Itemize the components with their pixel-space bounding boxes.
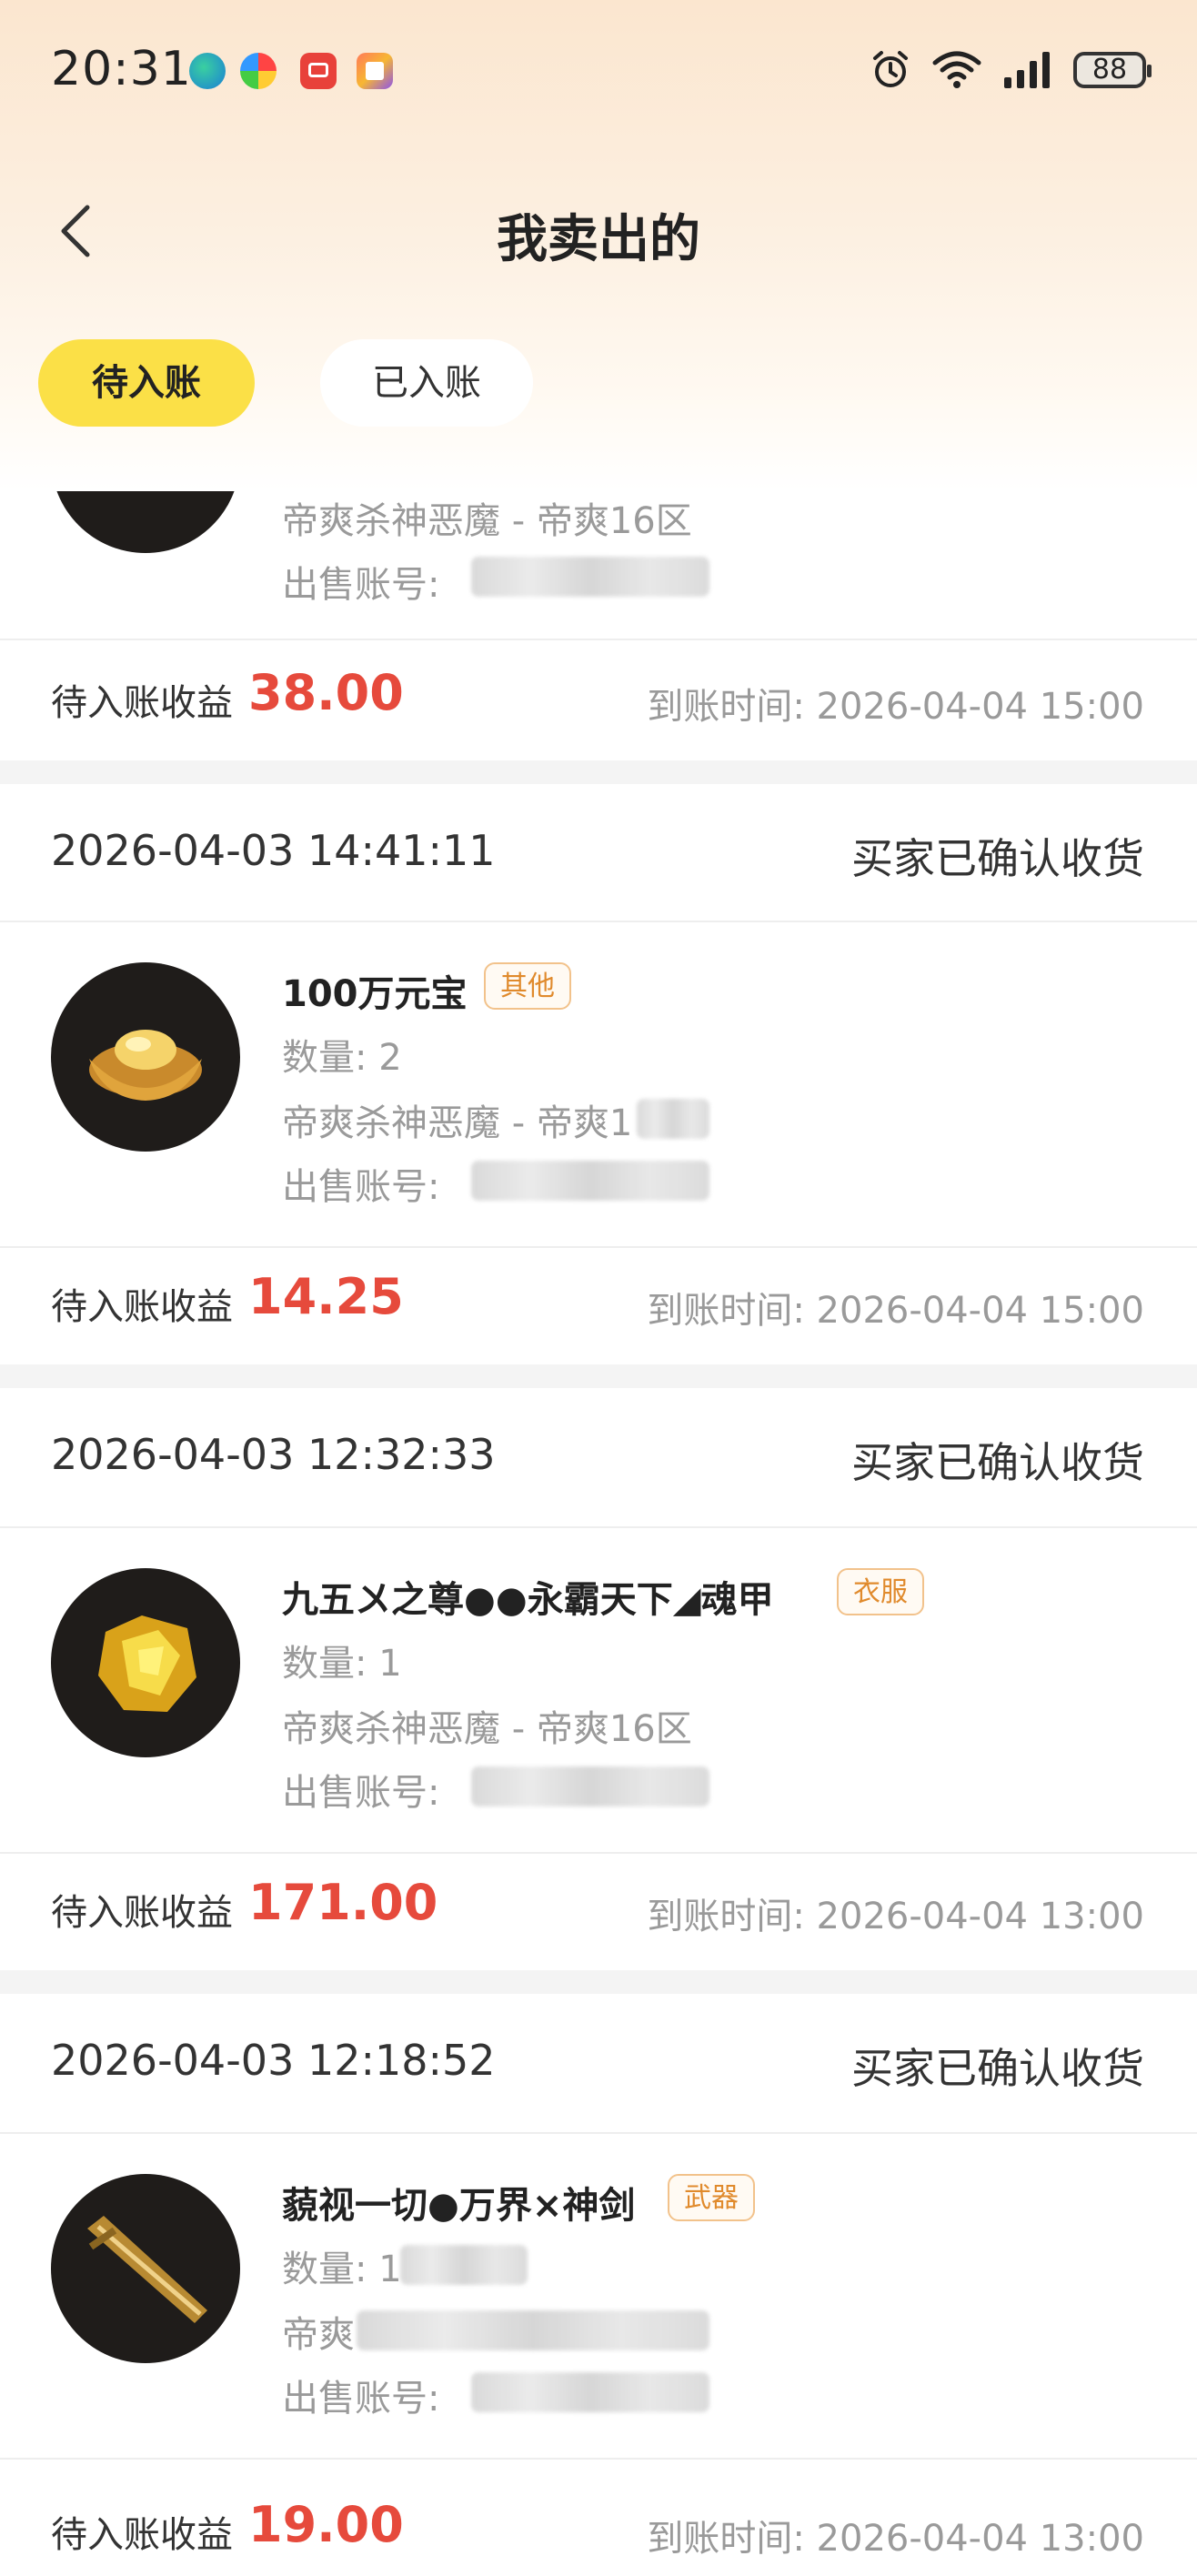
order-status: 买家已确认收货 xyxy=(851,834,1144,883)
divider xyxy=(0,1526,1197,1528)
earning-value: 171.00 xyxy=(248,1874,438,1931)
tool-app-icon xyxy=(357,53,393,89)
server-masked xyxy=(637,1099,709,1139)
category-tag: 武器 xyxy=(668,2174,755,2221)
tab-settled[interactable]: 已入账 xyxy=(320,339,533,427)
server-text: 帝爽 xyxy=(282,2314,355,2356)
account-masked xyxy=(471,2372,709,2412)
server-text: 帝爽杀神恶魔 - 帝爽1 xyxy=(282,1102,633,1144)
order-status: 买家已确认收货 xyxy=(851,2044,1144,2093)
divider xyxy=(0,1246,1197,1248)
photos-app-icon xyxy=(240,53,277,89)
account-masked xyxy=(471,557,709,597)
arrival-time: 到账时间: 2026-04-04 15:00 xyxy=(647,686,1144,728)
item-image xyxy=(51,962,240,1152)
order-card-partial[interactable]: 帝爽杀神恶魔 - 帝爽16区 出售账号: 待入账收益 38.00 到账时间: 2… xyxy=(0,364,1197,760)
server-text: 帝爽杀神恶魔 - 帝爽16区 xyxy=(282,1708,692,1750)
card-gap xyxy=(0,1364,1197,1388)
earning-label: 待入账收益 xyxy=(51,1286,233,1328)
category-tag: 衣服 xyxy=(837,1568,924,1615)
account-label: 出售账号: xyxy=(282,564,440,606)
earning-label: 待入账收益 xyxy=(51,2514,233,2556)
divider xyxy=(0,2132,1197,2134)
arrival-time: 到账时间: 2026-04-04 15:00 xyxy=(647,1290,1144,1332)
order-status: 买家已确认收货 xyxy=(851,1438,1144,1487)
item-name: 九五〤之尊●●永霸天下◢魂甲 xyxy=(282,1579,774,1621)
alarm-icon xyxy=(873,51,908,87)
order-time: 2026-04-03 12:18:52 xyxy=(51,2036,496,2085)
card-gap xyxy=(0,1970,1197,1994)
sword-icon xyxy=(87,2216,207,2323)
server-masked xyxy=(357,2310,709,2350)
account-masked xyxy=(471,1161,709,1201)
arrival-time: 到账时间: 2026-04-04 13:00 xyxy=(647,2518,1144,2560)
item-image xyxy=(51,1568,240,1757)
quantity-text: 数量: 1 xyxy=(282,1643,402,1685)
order-time: 2026-04-03 14:41:11 xyxy=(51,826,496,875)
earning-value: 38.00 xyxy=(248,664,404,721)
quantity-masked xyxy=(400,2245,528,2285)
signal-icon xyxy=(1004,52,1050,88)
divider xyxy=(0,1852,1197,1854)
item-image xyxy=(51,2174,240,2363)
arrival-time: 到账时间: 2026-04-04 13:00 xyxy=(647,1896,1144,1937)
red-app-icon xyxy=(300,53,337,89)
order-card[interactable]: 2026-04-03 12:32:33 买家已确认收货 九五〤之尊●●永霸天下◢… xyxy=(0,1388,1197,1970)
server-text: 帝爽杀神恶魔 - 帝爽16区 xyxy=(282,500,692,542)
divider xyxy=(0,639,1197,640)
order-card[interactable]: 2026-04-03 14:41:11 买家已确认收货 100万元宝 其他 数量… xyxy=(0,784,1197,1364)
battery-indicator: 88 xyxy=(1073,52,1152,88)
header: 20:31 88 我卖出的 待入账 已入账 xyxy=(0,0,1197,491)
account-label: 出售账号: xyxy=(282,2378,440,2420)
item-name: 藐视一切●万界×神剑 xyxy=(282,2185,636,2227)
divider xyxy=(0,2458,1197,2460)
armor-icon xyxy=(98,1615,196,1712)
item-name: 100万元宝 xyxy=(282,973,468,1015)
quantity-text: 数量: 1 xyxy=(282,2249,402,2290)
status-icons: 88 xyxy=(870,49,1152,91)
card-gap xyxy=(0,760,1197,784)
order-card[interactable]: 2026-04-03 12:18:52 买家已确认收货 藐视一切●万界×神剑 武… xyxy=(0,1994,1197,2576)
earning-value: 14.25 xyxy=(248,1268,404,1325)
edge-app-icon xyxy=(189,53,226,89)
account-masked xyxy=(471,1766,709,1806)
wifi-icon xyxy=(932,51,981,88)
earning-label: 待入账收益 xyxy=(51,1892,233,1934)
page-title: 我卖出的 xyxy=(497,210,700,269)
status-bar: 20:31 88 xyxy=(0,36,1197,109)
tab-pending[interactable]: 待入账 xyxy=(38,339,255,427)
gold-ingot-icon xyxy=(89,1030,202,1101)
earning-value: 19.00 xyxy=(248,2496,404,2553)
status-time: 20:31 xyxy=(51,42,192,96)
divider xyxy=(0,921,1197,922)
order-time: 2026-04-03 12:32:33 xyxy=(51,1430,496,1479)
account-label: 出售账号: xyxy=(282,1772,440,1814)
earning-label: 待入账收益 xyxy=(51,682,233,724)
category-tag: 其他 xyxy=(484,962,571,1010)
quantity-text: 数量: 2 xyxy=(282,1037,402,1079)
account-label: 出售账号: xyxy=(282,1166,440,1208)
